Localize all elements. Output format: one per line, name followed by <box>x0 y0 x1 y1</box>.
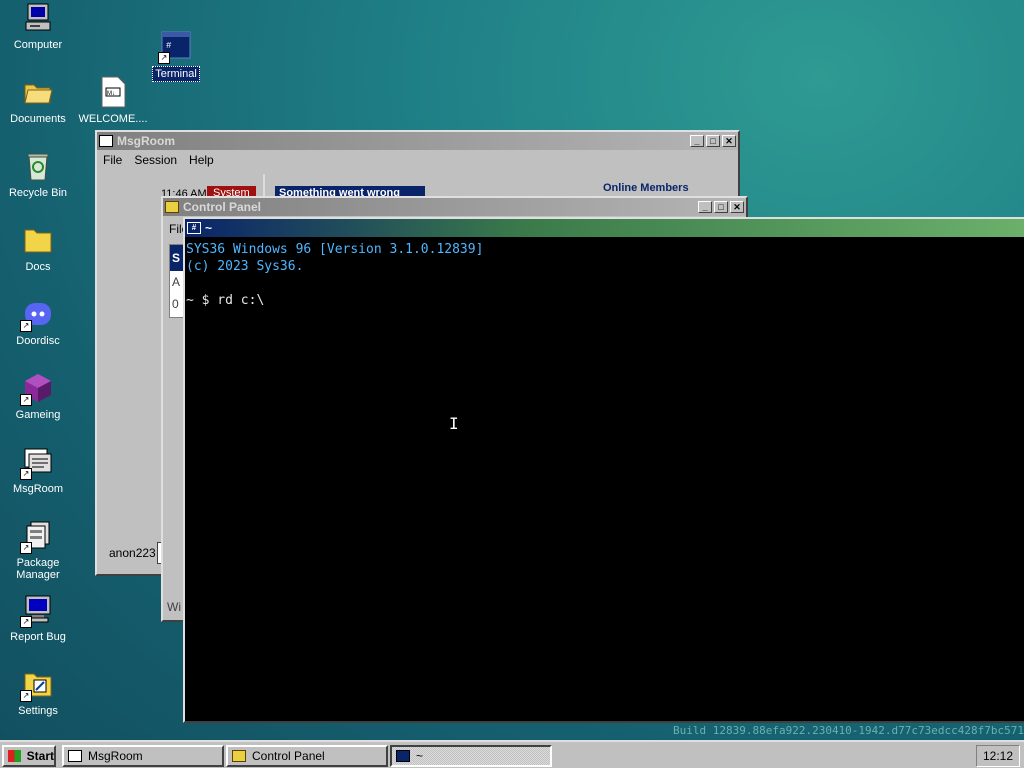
terminal-icon: # <box>187 222 201 234</box>
terminal-icon <box>396 750 410 762</box>
chat-window-icon <box>68 750 82 762</box>
desktop-icon-label: WELCOME.... <box>78 113 148 125</box>
menu-file[interactable]: File <box>103 153 122 167</box>
desktop-icon-label: Gameing <box>15 409 61 421</box>
desktop-icon-report-bug[interactable]: ↗ Report Bug <box>0 594 76 644</box>
taskbar-button-msgroom[interactable]: MsgRoom <box>62 745 224 767</box>
maximize-button[interactable]: □ <box>706 135 720 147</box>
taskbar-button-label: Control Panel <box>252 749 325 763</box>
desktop-icon-label: Terminal <box>152 66 200 82</box>
desktop-icon-label: Settings <box>18 705 58 717</box>
window-title: Control Panel <box>183 200 262 214</box>
close-button[interactable]: ✕ <box>730 201 744 213</box>
desktop-icon-terminal[interactable]: # ↗ Terminal <box>138 30 214 82</box>
desktop-icon-label: Docs <box>25 261 51 273</box>
username-label: anon223 <box>109 546 156 560</box>
terminal-titlebar[interactable]: # ~ <box>185 219 1024 237</box>
control-panel-icon <box>165 201 179 213</box>
taskbar-button-control-panel[interactable]: Control Panel <box>226 745 388 767</box>
build-string: Build 12839.88efa922.230410-1942.d77c73e… <box>673 724 1024 737</box>
status-bar: Wi <box>167 600 181 614</box>
taskbar-button-label: ~ <box>416 749 424 763</box>
window-title: ~ <box>205 221 213 235</box>
desktop-icon-gameing[interactable]: ↗ Gameing <box>0 372 76 422</box>
desktop-icon-label: MsgRoom <box>12 483 64 495</box>
chat-window-icon <box>99 135 113 147</box>
computer-icon <box>22 2 54 34</box>
minimize-button[interactable]: _ <box>698 201 712 213</box>
markdown-file-icon: M↓ <box>97 76 129 108</box>
online-members-label: Online Members <box>603 182 689 194</box>
desktop-icon-label: Package Manager <box>16 557 60 581</box>
terminal-icon: # ↗ <box>158 30 192 64</box>
desktop-icon-label: Recycle Bin <box>8 187 68 199</box>
minimize-button[interactable]: _ <box>690 135 704 147</box>
cube-icon: ↗ <box>20 372 54 406</box>
shortcut-arrow-icon: ↗ <box>20 394 32 406</box>
menu-help[interactable]: Help <box>189 153 214 167</box>
start-label: Start <box>26 749 54 763</box>
terminal-line: (c) 2023 Sys36. <box>186 259 304 274</box>
desktop-icon-settings[interactable]: ↗ Settings <box>0 668 76 718</box>
shortcut-arrow-icon: ↗ <box>20 320 32 332</box>
shortcut-arrow-icon: ↗ <box>20 616 32 628</box>
terminal-window[interactable]: # ~ SYS36 Windows 96 [Version 3.1.0.1283… <box>183 217 1024 723</box>
desktop-icon-computer[interactable]: Computer <box>0 2 76 52</box>
desktop-icon-doordisc[interactable]: ↗ Doordisc <box>0 298 76 348</box>
desktop-icon-package-manager[interactable]: ↗ Package Manager <box>0 520 76 582</box>
control-panel-titlebar[interactable]: Control Panel _ □ ✕ <box>163 198 746 216</box>
close-button[interactable]: ✕ <box>722 135 736 147</box>
start-button[interactable]: Start <box>2 745 56 767</box>
text-cursor-icon: I <box>449 414 459 433</box>
desktop-icon-docs[interactable]: Docs <box>0 224 76 274</box>
taskbar: Start MsgRoom Control Panel ~ 12:12 <box>0 740 1024 768</box>
settings-folder-icon: ↗ <box>20 668 54 702</box>
terminal-prompt-line: ~ $ rd c:\ <box>186 293 265 308</box>
recycle-bin-icon <box>22 150 54 182</box>
desktop-icon-documents[interactable]: Documents <box>0 76 76 126</box>
monitor-icon: ↗ <box>20 594 54 628</box>
desktop-icon-label: Documents <box>10 113 66 125</box>
window-title: MsgRoom <box>117 134 175 148</box>
terminal-line: SYS36 Windows 96 [Version 3.1.0.12839] <box>186 242 484 257</box>
desktop-icon-msgroom[interactable]: ↗ MsgRoom <box>0 446 76 496</box>
msgroom-titlebar[interactable]: MsgRoom _ □ ✕ <box>97 132 738 150</box>
desktop-icon-recycle-bin[interactable]: Recycle Bin <box>0 150 76 200</box>
discord-icon: ↗ <box>20 298 54 332</box>
shortcut-arrow-icon: ↗ <box>20 542 32 554</box>
desktop-icon-label: Computer <box>13 39 63 51</box>
system-tray: 12:12 <box>976 745 1020 767</box>
package-icon: ↗ <box>20 520 54 554</box>
folder-open-icon <box>22 76 54 108</box>
terminal-output[interactable]: SYS36 Windows 96 [Version 3.1.0.12839] (… <box>185 237 1024 721</box>
chat-window-icon: ↗ <box>20 446 54 480</box>
menubar: File Session Help <box>97 150 738 170</box>
shortcut-arrow-icon: ↗ <box>20 690 32 702</box>
desktop-icon-label: Doordisc <box>16 335 60 347</box>
desktop-icon-label: Report Bug <box>10 631 66 643</box>
control-panel-icon <box>232 750 246 762</box>
svg-text:M↓: M↓ <box>107 91 115 97</box>
menu-session[interactable]: Session <box>134 153 177 167</box>
maximize-button[interactable]: □ <box>714 201 728 213</box>
desktop-icon-welcome[interactable]: M↓ WELCOME.... <box>75 76 151 126</box>
clock[interactable]: 12:12 <box>983 749 1013 763</box>
svg-text:#: # <box>166 41 172 51</box>
taskbar-button-label: MsgRoom <box>88 749 143 763</box>
folder-icon <box>22 224 54 256</box>
windows-logo-icon <box>8 750 21 762</box>
taskbar-button-terminal[interactable]: ~ <box>390 745 552 767</box>
shortcut-arrow-icon: ↗ <box>158 52 170 64</box>
shortcut-arrow-icon: ↗ <box>20 468 32 480</box>
